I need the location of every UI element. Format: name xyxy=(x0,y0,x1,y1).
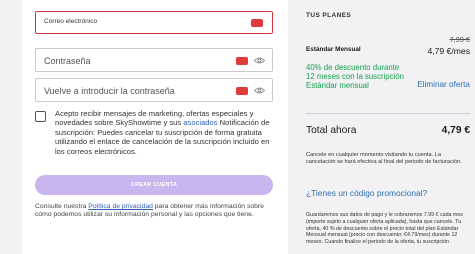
create-account-button[interactable]: CREAR CUENTA xyxy=(35,175,273,195)
eye-icon[interactable] xyxy=(254,56,265,65)
total-value: 4,79 € xyxy=(441,125,470,136)
divider xyxy=(306,113,470,114)
privacy-notice: Consulte nuestra Política de privacidad … xyxy=(35,203,264,218)
cancel-note: Cancele en cualquier momento visitando t… xyxy=(306,152,462,165)
plan-name: Estándar Mensual xyxy=(306,46,361,53)
marketing-consent-text: Acepto recibir mensajes de marketing, of… xyxy=(55,109,270,156)
promo-code-link[interactable]: ¿Tienes un código promocional? xyxy=(306,188,427,198)
password-manager-icon[interactable] xyxy=(251,16,263,27)
marketing-consent-checkbox[interactable] xyxy=(35,111,46,122)
discounted-price: 4,79 €/mes xyxy=(427,46,470,56)
password-field[interactable]: Contraseña xyxy=(35,48,273,72)
partners-link[interactable]: asociados xyxy=(183,118,217,127)
original-price: 7,99 € xyxy=(449,35,470,44)
password-placeholder: Contraseña xyxy=(44,56,91,66)
password-manager-icon[interactable] xyxy=(236,84,248,95)
billing-legal-text: Guardaremos sus datos de pago y le cobra… xyxy=(306,212,463,246)
remove-offer-link[interactable]: Eliminar oferta xyxy=(417,80,470,89)
eye-icon[interactable] xyxy=(254,86,265,95)
plans-title: TUS PLANES xyxy=(306,12,352,19)
password-manager-icon[interactable] xyxy=(236,54,248,65)
email-field[interactable]: Correo electrónico xyxy=(35,11,273,34)
email-placeholder: Correo electrónico xyxy=(44,18,98,25)
signup-form-panel: Correo electrónico Contraseña Vuelve a i… xyxy=(22,0,288,254)
discount-description: 40% de descuento durante 12 meses con la… xyxy=(306,63,404,90)
total-label: Total ahora xyxy=(306,125,357,136)
password-repeat-placeholder: Vuelve a introducir la contraseña xyxy=(44,86,175,96)
privacy-policy-link[interactable]: Política de privacidad xyxy=(88,203,153,210)
password-repeat-field[interactable]: Vuelve a introducir la contraseña xyxy=(35,78,273,102)
